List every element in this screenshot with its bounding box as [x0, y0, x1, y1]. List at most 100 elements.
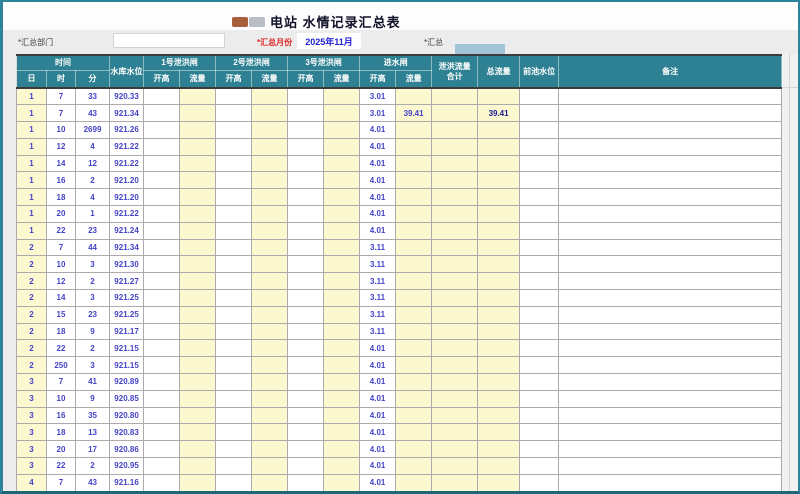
cell[interactable] — [323, 305, 361, 324]
cell[interactable] — [558, 457, 783, 475]
cell[interactable] — [395, 221, 433, 240]
cell[interactable] — [287, 406, 325, 425]
cell[interactable] — [519, 205, 560, 223]
cell[interactable]: 4.01 — [359, 406, 397, 425]
cell[interactable] — [251, 322, 289, 341]
cell[interactable] — [215, 322, 253, 341]
cell[interactable] — [251, 389, 289, 408]
cell[interactable] — [287, 272, 325, 291]
cell[interactable]: 1 — [16, 137, 47, 156]
cell[interactable] — [143, 322, 181, 341]
cell[interactable]: 3 — [16, 389, 47, 408]
cell[interactable] — [143, 406, 181, 425]
cell[interactable]: 921.22 — [109, 154, 145, 173]
cell[interactable]: 3 — [16, 440, 47, 459]
cell[interactable]: 35 — [74, 406, 111, 425]
cell[interactable] — [395, 272, 433, 291]
cell[interactable]: 921.20 — [109, 171, 145, 190]
cell[interactable] — [143, 221, 181, 240]
cell[interactable] — [287, 339, 325, 358]
cell[interactable]: 4.01 — [359, 121, 397, 139]
cell[interactable] — [323, 423, 361, 442]
cell[interactable] — [558, 154, 783, 173]
cell[interactable]: 18 — [46, 423, 76, 442]
cell[interactable]: 4.01 — [359, 373, 397, 391]
cell[interactable] — [251, 440, 289, 459]
cell[interactable] — [519, 339, 560, 358]
cell[interactable] — [179, 473, 217, 492]
cell[interactable]: 921.15 — [109, 339, 145, 358]
cell[interactable] — [323, 121, 361, 139]
cell[interactable] — [251, 121, 289, 139]
cell[interactable] — [323, 322, 361, 341]
cell[interactable]: 921.24 — [109, 221, 145, 240]
cell[interactable]: 33 — [74, 87, 111, 106]
cell[interactable] — [431, 389, 479, 408]
cell[interactable] — [287, 104, 325, 123]
cell[interactable] — [323, 238, 361, 257]
cell[interactable] — [287, 423, 325, 442]
cell[interactable] — [215, 205, 253, 223]
cell[interactable]: 2 — [74, 339, 111, 358]
cell[interactable] — [519, 305, 560, 324]
cell[interactable] — [215, 473, 253, 492]
cell[interactable] — [477, 289, 521, 307]
cell[interactable] — [558, 205, 783, 223]
cell[interactable] — [251, 87, 289, 106]
cell[interactable] — [519, 255, 560, 274]
cell[interactable] — [431, 356, 479, 375]
cell[interactable] — [287, 255, 325, 274]
cell[interactable] — [519, 373, 560, 391]
cell[interactable] — [323, 356, 361, 375]
cell[interactable] — [395, 389, 433, 408]
cell[interactable] — [251, 205, 289, 223]
cell[interactable]: 1 — [16, 221, 47, 240]
cell[interactable]: 921.25 — [109, 289, 145, 307]
cell[interactable] — [143, 238, 181, 257]
cell[interactable] — [477, 473, 521, 492]
cell[interactable] — [215, 339, 253, 358]
cell[interactable]: 920.33 — [109, 87, 145, 106]
cell[interactable] — [215, 154, 253, 173]
cell[interactable]: 4.01 — [359, 457, 397, 475]
cell[interactable] — [477, 457, 521, 475]
cell[interactable]: 1 — [16, 104, 47, 123]
cell[interactable] — [179, 289, 217, 307]
cell[interactable]: 921.17 — [109, 322, 145, 341]
cell[interactable]: 3 — [16, 423, 47, 442]
cell[interactable] — [395, 406, 433, 425]
cell[interactable] — [395, 339, 433, 358]
cell[interactable] — [431, 339, 479, 358]
cell[interactable] — [323, 373, 361, 391]
cell[interactable] — [431, 104, 479, 123]
cell[interactable]: 9 — [74, 389, 111, 408]
cell[interactable] — [395, 137, 433, 156]
cell[interactable]: 2 — [16, 356, 47, 375]
cell[interactable]: 2 — [16, 322, 47, 341]
cell[interactable]: 2 — [16, 289, 47, 307]
cell[interactable] — [215, 289, 253, 307]
cell[interactable]: 3.11 — [359, 322, 397, 341]
cell[interactable] — [395, 356, 433, 375]
cell[interactable] — [323, 272, 361, 291]
cell[interactable]: 18 — [46, 322, 76, 341]
cell[interactable] — [287, 171, 325, 190]
cell[interactable] — [558, 473, 783, 492]
cell[interactable] — [215, 221, 253, 240]
cell[interactable] — [179, 272, 217, 291]
cell[interactable] — [143, 154, 181, 173]
cell[interactable] — [477, 356, 521, 375]
cell[interactable] — [519, 171, 560, 190]
cell[interactable] — [251, 305, 289, 324]
cell[interactable] — [215, 373, 253, 391]
cell[interactable]: 16 — [46, 171, 76, 190]
cell[interactable] — [395, 238, 433, 257]
cell[interactable] — [558, 440, 783, 459]
cell[interactable]: 921.27 — [109, 272, 145, 291]
cell[interactable]: 3 — [16, 457, 47, 475]
cell[interactable] — [143, 339, 181, 358]
cell[interactable] — [215, 272, 253, 291]
cell[interactable]: 4.01 — [359, 423, 397, 442]
cell[interactable] — [215, 356, 253, 375]
cell[interactable] — [143, 188, 181, 207]
